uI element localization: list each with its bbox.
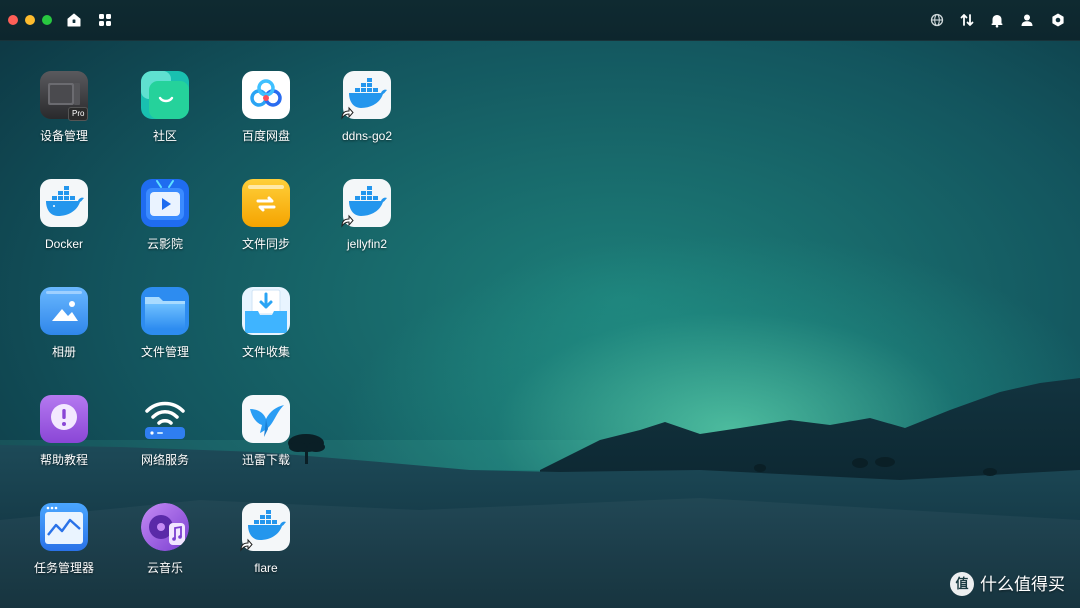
shortcut-arrow-icon [339,105,355,121]
app-label: 任务管理器 [33,561,94,575]
bell-icon[interactable] [988,11,1006,29]
app-label: 云影院 [146,237,183,251]
window-minimize-button[interactable] [25,15,35,25]
app-network-service[interactable]: 网络服务 [120,395,210,495]
top-bar [0,0,1080,41]
cloud-music-icon [141,503,189,551]
app-file-collect[interactable]: 文件收集 [221,287,311,387]
app-help[interactable]: 帮助教程 [19,395,109,495]
app-label: 相册 [51,345,76,359]
app-label: 迅雷下载 [241,453,290,467]
app-baidu-netdisk[interactable]: 百度网盘 [221,71,311,171]
app-cloud-music[interactable]: 云音乐 [120,503,210,603]
wifi-router-icon [141,395,189,443]
app-thunder-download[interactable]: 迅雷下载 [221,395,311,495]
app-label: jellyfin2 [346,237,388,251]
app-label: 帮助教程 [39,453,88,467]
app-label: 云音乐 [146,561,183,575]
community-icon [141,71,189,119]
app-task-manager[interactable]: 任务管理器 [19,503,109,603]
window-close-button[interactable] [8,15,18,25]
shortcut-arrow-icon [339,213,355,229]
app-label: 百度网盘 [241,129,290,143]
app-label: flare [254,561,278,575]
pro-badge: Pro [68,107,89,121]
help-icon [40,395,88,443]
user-icon[interactable] [1018,11,1036,29]
app-docker[interactable]: Docker [19,179,109,279]
network-icon[interactable] [928,11,946,29]
apps-grid-icon[interactable] [96,11,114,29]
window-maximize-button[interactable] [42,15,52,25]
file-sync-icon [242,179,290,227]
docker-whale-icon [40,179,88,227]
app-label: 文件管理 [140,345,189,359]
app-label: 网络服务 [140,453,189,467]
baidu-netdisk-icon [242,71,290,119]
photo-album-icon [40,287,88,335]
app-label: ddns-go2 [341,129,393,143]
task-manager-icon [40,503,88,551]
app-label: 文件同步 [241,237,290,251]
app-community[interactable]: 社区 [120,71,210,171]
settings-icon[interactable] [1049,11,1067,29]
app-flare[interactable]: flare [221,503,311,603]
app-device-manager[interactable]: Pro 设备管理 [19,71,109,171]
app-photo-album[interactable]: 相册 [19,287,109,387]
app-cloud-cinema[interactable]: 云影院 [120,179,210,279]
app-label: 文件收集 [241,345,290,359]
app-label: Docker [44,237,83,251]
watermark-logo: 值 [950,572,974,596]
thunder-bird-icon [242,395,290,443]
app-label: 设备管理 [39,129,88,143]
shortcut-arrow-icon [238,537,254,553]
app-file-manager[interactable]: 文件管理 [120,287,210,387]
home-icon[interactable] [65,11,83,29]
app-file-sync[interactable]: 文件同步 [221,179,311,279]
folder-icon [141,287,189,335]
app-label: 社区 [152,129,177,143]
cloud-cinema-icon [141,179,189,227]
file-collect-icon [242,287,290,335]
watermark-text: 什么值得买 [980,575,1065,594]
transfer-icon[interactable] [958,11,976,29]
app-jellyfin2[interactable]: jellyfin2 [322,179,412,279]
app-ddns-go2[interactable]: ddns-go2 [322,71,412,171]
